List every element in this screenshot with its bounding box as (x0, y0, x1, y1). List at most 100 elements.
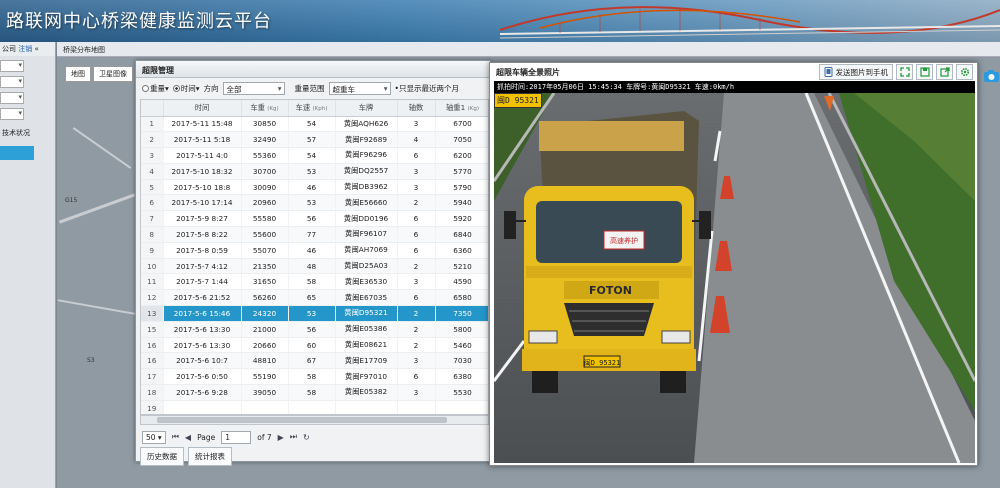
table-cell: 2017-5-11 15:48 (163, 116, 242, 133)
horizontal-scrollbar[interactable] (140, 415, 489, 425)
table-cell: 2 (397, 258, 436, 275)
filter-select-3[interactable] (0, 92, 24, 104)
column-header[interactable]: 车速 (Kph) (288, 100, 336, 117)
export-icon[interactable] (936, 64, 953, 80)
filter-select-2[interactable] (0, 76, 24, 88)
row-number: 7 (141, 210, 164, 228)
table-cell: 58 (288, 384, 336, 401)
row-number: 18 (141, 384, 164, 401)
table-row[interactable]: 16 2017-5-6 13:30 20660 60 黄闽E08621 2 5460 (141, 337, 488, 354)
table-cell: 2017-5-8 0:59 (163, 242, 242, 259)
prev-page-icon[interactable]: ◀ (185, 433, 191, 442)
column-header[interactable]: 轴重1 (Kg) (435, 100, 488, 117)
last-page-icon[interactable]: ⏭ (290, 432, 297, 442)
table-cell: 黄闽E56660 (335, 194, 398, 212)
table-row[interactable]: 13 2017-5-6 15:46 24320 53 黄闽D95321 2 7350 (141, 305, 488, 322)
table-cell: 2017-5-7 1:44 (163, 273, 242, 291)
page-label: Page (197, 432, 216, 442)
table-cell (241, 400, 289, 414)
row-number: 12 (141, 289, 164, 307)
table-cell: 黄闽F97010 (335, 368, 398, 386)
photo-toolbar: 发送图片到手机 (818, 64, 973, 80)
column-header[interactable]: 车牌 (335, 100, 398, 117)
camera-icon[interactable] (983, 68, 1000, 84)
table-cell: 53 (288, 305, 336, 322)
filter-select-4[interactable] (0, 108, 24, 120)
table-cell: 黄闽DB3962 (335, 179, 398, 196)
scrollbar-thumb[interactable] (157, 417, 447, 423)
table-row[interactable]: 8 2017-5-8 8:22 55600 77 黄闽F96107 6 6840 (141, 226, 488, 243)
radio-weight[interactable]: 重量▾ (142, 83, 169, 94)
refresh-icon[interactable]: ↻ (303, 433, 310, 442)
table-cell: 53 (288, 194, 336, 212)
table-row[interactable]: 17 2017-5-6 0:50 55190 58 黄闽F97010 6 6380 (141, 368, 488, 386)
table-cell: 2017-5-6 21:52 (163, 289, 242, 307)
table-row[interactable]: 7 2017-5-9 8:27 55580 56 黄闽DD0196 6 5920 (141, 210, 488, 228)
table-row[interactable]: 16 2017-5-6 10:7 48810 67 黄闽E17709 3 7030 (141, 352, 488, 370)
table-row[interactable]: 18 2017-5-6 9:28 39050 58 黄闽E05382 3 5530 (141, 384, 488, 401)
tab-map[interactable]: 地图 (65, 66, 91, 82)
overweight-filter-bar: 重量▾ 时间▾ 方向 全部 重量范围 超重车 •只显示最近两个月 (136, 78, 490, 98)
table-cell: 46 (288, 179, 336, 196)
table-cell: 2 (397, 337, 436, 354)
left-panel-highlight[interactable] (0, 146, 34, 160)
fullscreen-icon[interactable] (896, 64, 913, 80)
radio-time-label: 时间▾ (180, 83, 200, 93)
tab-stats-report[interactable]: 统计报表 (188, 447, 232, 466)
table-row[interactable]: 15 2017-5-6 13:30 21000 56 黄闽E05386 2 5800 (141, 321, 488, 338)
radio-time[interactable]: 时间▾ (172, 83, 200, 94)
app-title: 路联网中心桥梁健康监测云平台 (6, 11, 272, 32)
table-row[interactable]: 11 2017-5-7 1:44 31650 58 黄闽E36530 3 4590 (141, 273, 488, 291)
app-header: 路联网中心桥梁健康监测云平台 (0, 0, 1000, 42)
table-row[interactable]: 9 2017-5-8 0:59 55070 46 黄闽AH7069 6 6360 (141, 242, 488, 259)
tab-satellite[interactable]: 卫星图像 (93, 66, 133, 82)
column-header[interactable] (141, 100, 164, 117)
table-cell: 77 (288, 226, 336, 243)
logout-link[interactable]: 注销 (18, 45, 32, 53)
table-cell: 5940 (435, 194, 488, 212)
collapse-icon[interactable]: « (34, 45, 38, 53)
table-row[interactable]: 19 (141, 400, 488, 414)
settings-gear-icon[interactable] (956, 64, 973, 80)
row-number: 8 (141, 226, 164, 243)
table-cell: 2017-5-6 0:50 (163, 368, 242, 386)
direction-select[interactable]: 全部 (222, 81, 285, 95)
table-row[interactable]: 5 2017-5-10 18:8 30090 46 黄闽DB3962 3 5790 (141, 179, 488, 196)
weight-range-label: 重量范围 (294, 83, 325, 93)
table-cell: 2017-5-9 8:27 (163, 210, 242, 228)
page-input[interactable]: 1 (221, 430, 252, 444)
filter-select-1[interactable] (0, 60, 24, 72)
table-cell (435, 400, 488, 414)
table-cell: 48 (288, 258, 336, 275)
table-cell (288, 400, 336, 414)
weight-range-select[interactable]: 超重车 (328, 81, 391, 95)
table-row[interactable]: 2 2017-5-11 5:18 32490 57 黄闽F92689 4 7050 (141, 131, 488, 149)
column-header[interactable]: 车重 (Kg) (241, 100, 289, 117)
column-header[interactable]: 时间 (163, 100, 242, 117)
table-row[interactable]: 1 2017-5-11 15:48 30850 54 黄闽AQH626 3 6700 (141, 116, 488, 133)
column-header[interactable]: 轴数 (397, 100, 436, 117)
first-page-icon[interactable]: ⏮ (172, 432, 179, 442)
table-row[interactable]: 6 2017-5-10 17:14 20960 53 黄闽E56660 2 5940 (141, 194, 488, 212)
table-row[interactable]: 3 2017-5-11 4:0 55360 54 黄闽F96296 6 6200 (141, 147, 488, 164)
table-row[interactable]: 4 2017-5-10 18:32 30700 53 黄闽DQ2557 3 5770 (141, 163, 488, 180)
table-cell: 黄闽F92689 (335, 131, 398, 149)
row-number: 11 (141, 273, 164, 291)
table-cell: 2017-5-10 18:8 (163, 179, 242, 196)
table-cell: 6840 (435, 226, 488, 243)
next-page-icon[interactable]: ▶ (278, 433, 284, 442)
table-cell: 46 (288, 242, 336, 259)
send-to-phone-button[interactable]: 发送图片到手机 (818, 64, 893, 80)
page-size-select[interactable]: 50 ▾ (142, 430, 166, 444)
row-number: 17 (141, 368, 164, 386)
save-icon[interactable] (916, 64, 933, 80)
tab-history[interactable]: 历史数据 (140, 447, 184, 466)
table-cell: 黄闽AQH626 (335, 116, 398, 133)
table-row[interactable]: 12 2017-5-6 21:52 56260 65 黄闽E67035 6 6580 (141, 289, 488, 307)
left-panel: 公司 注销 « 技术状况 (0, 42, 56, 488)
table-cell: 3 (397, 116, 436, 133)
row-number: 13 (141, 305, 164, 322)
column-header-label: 车速 (295, 102, 311, 112)
vehicle-photo: 高速养护 FOTON 闽D 95321 抓拍时间:2017年05月06日 15:… (494, 81, 975, 463)
table-row[interactable]: 10 2017-5-7 4:12 21350 48 黄闽D25A03 2 5210 (141, 258, 488, 275)
